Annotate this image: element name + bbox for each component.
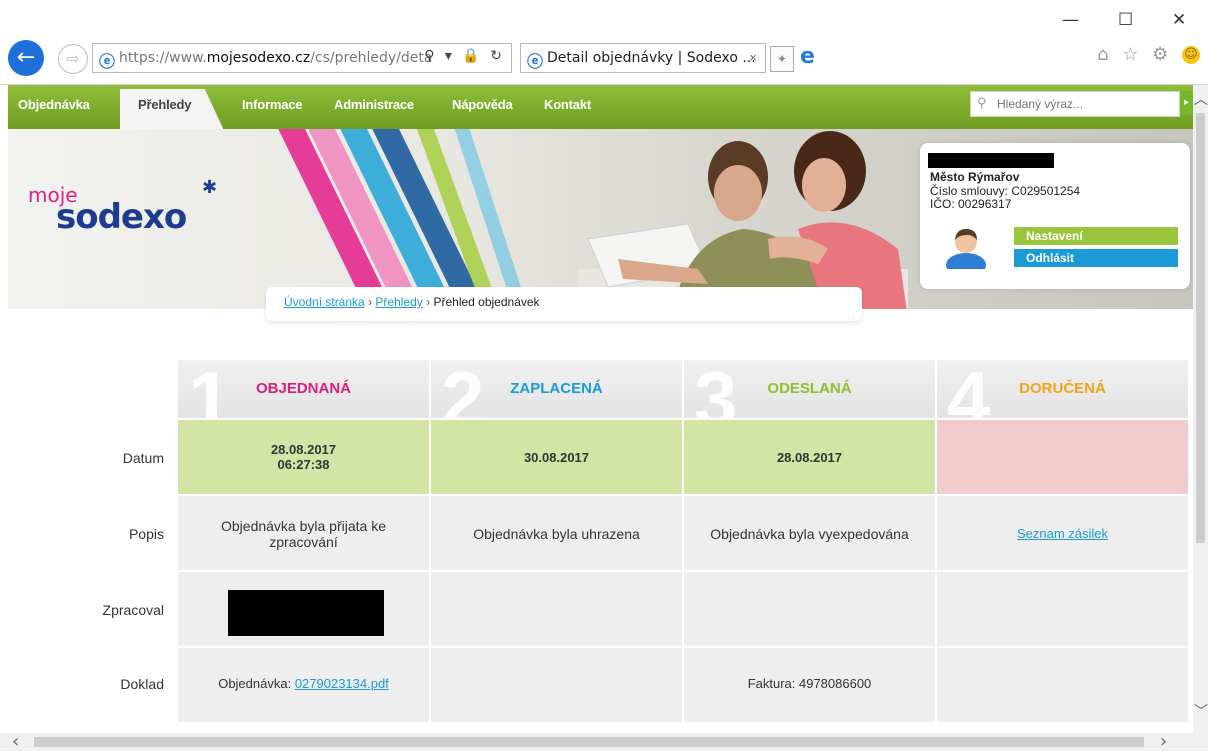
table-row-doklad: Doklad Objednávka: 0279023134.pdf Faktur… xyxy=(8,648,1189,722)
search-submit-button[interactable]: ▸ xyxy=(1180,91,1193,115)
home-star-gear-icons[interactable]: ⌂ ☆ ⚙ xyxy=(1097,44,1172,65)
back-button[interactable]: ← xyxy=(8,40,44,76)
tab-close-icon[interactable]: × xyxy=(749,50,757,65)
breadcrumb-current: Přehled objednávek xyxy=(433,295,540,309)
ie-tab-icon: ⓔ xyxy=(527,52,544,71)
search-input[interactable] xyxy=(995,94,1175,114)
scroll-right-icon[interactable]: › xyxy=(1160,731,1167,752)
redacted-processor xyxy=(228,590,384,636)
zpracoval-paid xyxy=(431,572,682,646)
doklad-prefix: Objednávka: xyxy=(218,676,295,691)
scroll-down-icon[interactable]: ﹀ xyxy=(1194,701,1208,721)
menu-item-informace[interactable]: Informace xyxy=(242,97,303,112)
menu-item-objednavka[interactable]: Objednávka xyxy=(18,97,90,112)
horizontal-scroll-thumb[interactable] xyxy=(34,737,1144,747)
url-text[interactable]: https://www.mojesodexo.cz/cs/prehledy/de… xyxy=(119,50,432,66)
menu-item-napoveda[interactable]: Nápověda xyxy=(452,97,513,112)
doklad-delivered xyxy=(937,648,1188,722)
row-label: Doklad xyxy=(120,676,164,692)
zpracoval-sent xyxy=(684,572,935,646)
logout-button[interactable]: Odhlásit xyxy=(1014,249,1178,267)
breadcrumb-separator: › xyxy=(368,295,373,309)
menu-item-prehledy[interactable]: Přehledy xyxy=(120,89,224,129)
breadcrumb: Úvodní stránka › Přehledy › Přehled obje… xyxy=(266,287,862,321)
row-label: Datum xyxy=(122,450,164,466)
tab-title: Detail objednávky | Sodexo ... xyxy=(547,50,756,66)
step-label: DORUČENÁ xyxy=(1019,380,1106,397)
new-tab-button[interactable]: ✦ xyxy=(770,46,794,72)
datum-paid: 30.08.2017 xyxy=(431,420,682,494)
main-menu: Objednávka Přehledy Informace Administra… xyxy=(8,85,1193,129)
breadcrumb-separator: › xyxy=(426,295,431,309)
menu-item-administrace[interactable]: Administrace xyxy=(334,97,414,112)
table-row-popis: Popis Objednávka byla přijata ke zpracov… xyxy=(8,496,1189,570)
datum-delivered xyxy=(937,420,1188,494)
row-label: Zpracoval xyxy=(102,602,164,618)
table-row-datum: Datum 28.08.2017 06:27:38 30.08.2017 28.… xyxy=(8,420,1189,494)
vertical-scroll-thumb[interactable] xyxy=(1196,113,1205,543)
order-pdf-link[interactable]: 0279023134.pdf xyxy=(295,676,389,691)
scroll-up-icon[interactable]: ︿ xyxy=(1194,89,1208,109)
popis-sent: Objednávka byla vyexpedována xyxy=(684,496,935,570)
table-row-zpracoval: Zpracoval xyxy=(8,572,1189,646)
popis-paid: Objednávka byla uhrazena xyxy=(431,496,682,570)
step-label: OBJEDNANÁ xyxy=(255,380,351,397)
forward-arrow-icon: ⇨ xyxy=(66,49,80,68)
ie-logo-icon: e xyxy=(800,44,815,69)
user-ico: IČO: 00296317 xyxy=(930,197,1012,211)
avatar-icon xyxy=(946,229,986,269)
maximize-button[interactable]: ☐ xyxy=(1118,10,1133,30)
zpracoval-ordered xyxy=(178,572,429,646)
breadcrumb-home-link[interactable]: Úvodní stránka xyxy=(284,295,365,309)
browser-tab-active[interactable]: ⓔ Detail objednávky | Sodexo ... × xyxy=(520,43,766,73)
browser-toolbar-right: ⌂ ☆ ⚙ ☺ xyxy=(1097,44,1200,65)
status-step-paid: 2 ZAPLACENÁ xyxy=(431,360,682,418)
settings-button[interactable]: Nastavení xyxy=(1014,227,1178,245)
forward-button[interactable]: ⇨ xyxy=(58,44,88,74)
shipment-list-link[interactable]: Seznam zásilek xyxy=(1017,526,1108,541)
banner-photo xyxy=(578,131,908,309)
search-icon: ⚲ xyxy=(977,95,987,110)
datum-ordered: 28.08.2017 06:27:38 xyxy=(178,420,429,494)
redacted-user-name xyxy=(928,153,1054,168)
browser-chrome: — ☐ ✕ ← ⇨ ⓔ https://www.mojesodexo.cz/cs… xyxy=(0,0,1208,85)
search-box: ⚲ xyxy=(970,91,1180,117)
doklad-paid xyxy=(431,648,682,722)
menu-item-kontakt[interactable]: Kontakt xyxy=(544,97,591,112)
address-bar[interactable]: ⓔ https://www.mojesodexo.cz/cs/prehledy/… xyxy=(92,43,512,73)
doklad-ordered: Objednávka: 0279023134.pdf xyxy=(178,648,429,722)
status-step-sent: 3 ODESLANÁ xyxy=(684,360,935,418)
popis-delivered: Seznam zásilek xyxy=(937,496,1188,570)
user-panel: Město Rýmařov Číslo smlouvy: C029501254 … xyxy=(920,143,1190,289)
logo-star-icon: ✱ xyxy=(202,177,218,198)
zpracoval-delivered xyxy=(937,572,1188,646)
address-tools[interactable]: ⚲ ▾ 🔒 ↻ xyxy=(424,48,505,64)
row-label: Popis xyxy=(128,526,164,542)
minimize-button[interactable]: — xyxy=(1062,10,1079,30)
status-step-ordered: 1 OBJEDNANÁ xyxy=(178,360,429,418)
user-organization: Město Rýmařov xyxy=(930,170,1020,184)
horizontal-scrollbar[interactable]: ‹ › xyxy=(0,731,1208,752)
ie-page-icon: ⓔ xyxy=(99,52,116,71)
datum-sent: 28.08.2017 xyxy=(684,420,935,494)
step-label: ZAPLACENÁ xyxy=(510,380,603,397)
vertical-scrollbar[interactable]: ︿ ﹀ xyxy=(1193,85,1208,733)
doklad-sent: Faktura: 4978086600 xyxy=(684,648,935,722)
status-header-row: 1 OBJEDNANÁ 2 ZAPLACENÁ 3 ODESLANÁ 4 DOR… xyxy=(178,360,1189,418)
feedback-smiley-icon[interactable]: ☺ xyxy=(1182,46,1200,64)
popis-ordered: Objednávka byla přijata ke zpracování xyxy=(178,496,429,570)
close-window-button[interactable]: ✕ xyxy=(1172,10,1186,30)
scroll-left-icon[interactable]: ‹ xyxy=(12,731,19,752)
back-arrow-icon: ← xyxy=(16,45,36,70)
step-label: ODESLANÁ xyxy=(767,380,852,397)
breadcrumb-overviews-link[interactable]: Přehledy xyxy=(375,295,422,309)
logo-sodexo-text[interactable]: sodexo xyxy=(56,197,187,237)
status-step-delivered: 4 DORUČENÁ xyxy=(937,360,1188,418)
page-content: Objednávka Přehledy Informace Administra… xyxy=(8,85,1193,733)
